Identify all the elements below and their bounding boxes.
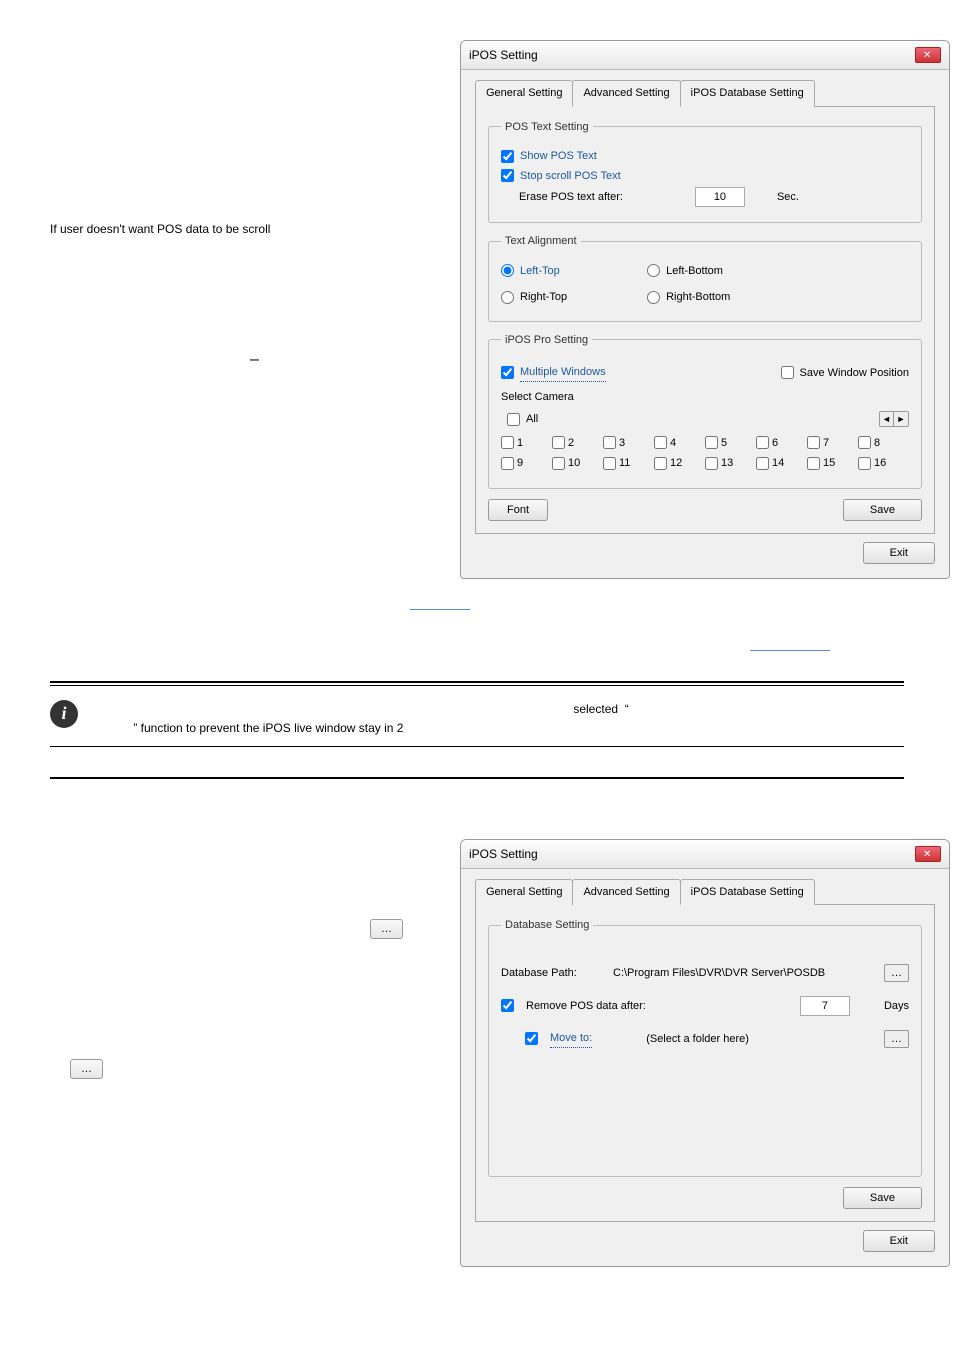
- stop-scroll-checkbox[interactable]: [501, 169, 514, 182]
- left-top-label: Left-Top: [520, 263, 560, 280]
- next-icon[interactable]: ►: [894, 412, 908, 426]
- browse-button-inline-2[interactable]: …: [70, 1059, 103, 1079]
- database-legend: Database Setting: [501, 917, 593, 934]
- exit-button[interactable]: Exit: [863, 542, 935, 564]
- move-to-checkbox[interactable]: [525, 1032, 538, 1045]
- dialog-title: iPOS Setting: [469, 46, 538, 64]
- left-bottom-radio[interactable]: [647, 264, 660, 277]
- camera-page-nav[interactable]: ◄►: [879, 411, 909, 427]
- ipos-setting-dialog-database: iPOS Setting General Setting Advanced Se…: [460, 839, 950, 1268]
- erase-after-label: Erase POS text after:: [519, 189, 623, 206]
- move-to-placeholder: (Select a folder here): [646, 1031, 749, 1048]
- divider: [50, 777, 904, 779]
- cam-14-checkbox[interactable]: [756, 457, 769, 470]
- divider: [50, 685, 904, 686]
- cam-2-checkbox[interactable]: [552, 436, 565, 449]
- intro-text: If user doesn't want POS data to be scro…: [50, 220, 440, 238]
- browse-db-path-button[interactable]: …: [884, 964, 909, 982]
- cam-12-checkbox[interactable]: [654, 457, 667, 470]
- sec-label: Sec.: [777, 189, 799, 206]
- tab-advanced[interactable]: Advanced Setting: [572, 879, 680, 906]
- close-icon[interactable]: [915, 47, 941, 63]
- dialog-title: iPOS Setting: [469, 845, 538, 863]
- remove-days-input[interactable]: [800, 996, 850, 1016]
- tab-advanced[interactable]: Advanced Setting: [572, 80, 680, 107]
- days-label: Days: [884, 998, 909, 1015]
- ipos-pro-setting-group: iPOS Pro Setting Multiple Windows Save W…: [488, 332, 922, 489]
- divider: [50, 746, 904, 747]
- cam-11-checkbox[interactable]: [603, 457, 616, 470]
- info-note: i selected “ ” function to prevent the i…: [50, 694, 904, 744]
- cam-9-checkbox[interactable]: [501, 457, 514, 470]
- move-to-label: Move to:: [550, 1030, 592, 1048]
- font-button[interactable]: Font: [488, 499, 548, 521]
- left-bottom-label: Left-Bottom: [666, 263, 723, 280]
- multiple-windows-checkbox[interactable]: [501, 366, 514, 379]
- tab-general[interactable]: General Setting: [475, 80, 573, 107]
- right-top-label: Right-Top: [520, 289, 567, 306]
- cam-7-checkbox[interactable]: [807, 436, 820, 449]
- tab-general[interactable]: General Setting: [475, 879, 573, 906]
- save-window-position-checkbox[interactable]: [781, 366, 794, 379]
- titlebar: iPOS Setting: [461, 41, 949, 70]
- cam-16-checkbox[interactable]: [858, 457, 871, 470]
- cam-6-checkbox[interactable]: [756, 436, 769, 449]
- pos-text-setting-group: POS Text Setting Show POS Text Stop scro…: [488, 119, 922, 224]
- ipos-setting-dialog-advanced: iPOS Setting General Setting Advanced Se…: [460, 40, 950, 579]
- show-pos-text-checkbox[interactable]: [501, 150, 514, 163]
- text-alignment-legend: Text Alignment: [501, 233, 581, 250]
- remove-pos-data-checkbox[interactable]: [501, 999, 514, 1012]
- all-cameras-checkbox[interactable]: [507, 413, 520, 426]
- camera-grid: 1 2 3 4 5 6 7 8 9 10 11 12 13: [501, 435, 909, 476]
- database-path-label: Database Path:: [501, 965, 601, 982]
- tab-database[interactable]: iPOS Database Setting: [680, 80, 815, 107]
- right-top-radio[interactable]: [501, 291, 514, 304]
- exit-button[interactable]: Exit: [863, 1230, 935, 1252]
- dash: –: [250, 348, 440, 372]
- right-bottom-label: Right-Bottom: [666, 289, 730, 306]
- cam-15-checkbox[interactable]: [807, 457, 820, 470]
- prev-icon[interactable]: ◄: [880, 412, 894, 426]
- multiple-windows-label: Multiple Windows: [520, 364, 606, 382]
- ipos-pro-legend: iPOS Pro Setting: [501, 332, 592, 349]
- close-icon[interactable]: [915, 846, 941, 862]
- save-window-position-label: Save Window Position: [800, 365, 909, 382]
- divider: [50, 681, 904, 683]
- browse-move-to-button[interactable]: …: [884, 1030, 909, 1048]
- cam-1-checkbox[interactable]: [501, 436, 514, 449]
- save-button[interactable]: Save: [843, 1187, 922, 1209]
- text-alignment-group: Text Alignment Left-Top Right-Top Left-B…: [488, 233, 922, 322]
- left-top-radio[interactable]: [501, 264, 514, 277]
- select-camera-label: Select Camera: [501, 389, 909, 406]
- database-setting-group: Database Setting Database Path: C:\Progr…: [488, 917, 922, 1177]
- save-button[interactable]: Save: [843, 499, 922, 521]
- all-label: All: [526, 411, 538, 428]
- database-path-value: C:\Program Files\DVR\DVR Server\POSDB: [613, 965, 872, 982]
- browse-button-inline-1[interactable]: …: [370, 919, 403, 939]
- cam-10-checkbox[interactable]: [552, 457, 565, 470]
- cam-13-checkbox[interactable]: [705, 457, 718, 470]
- cam-4-checkbox[interactable]: [654, 436, 667, 449]
- erase-seconds-input[interactable]: [695, 187, 745, 207]
- stop-scroll-label: Stop scroll POS Text: [520, 168, 621, 185]
- pos-text-legend: POS Text Setting: [501, 119, 593, 136]
- cam-5-checkbox[interactable]: [705, 436, 718, 449]
- cam-8-checkbox[interactable]: [858, 436, 871, 449]
- titlebar: iPOS Setting: [461, 840, 949, 869]
- link-placeholder-1: [410, 609, 470, 610]
- remove-pos-data-label: Remove POS data after:: [526, 998, 646, 1015]
- right-bottom-radio[interactable]: [647, 291, 660, 304]
- link-placeholder-2: [750, 650, 830, 651]
- tab-database[interactable]: iPOS Database Setting: [680, 879, 815, 906]
- info-icon: i: [50, 700, 78, 728]
- cam-3-checkbox[interactable]: [603, 436, 616, 449]
- show-pos-text-label: Show POS Text: [520, 148, 597, 165]
- info-text: selected “ ” function to prevent the iPO…: [90, 700, 904, 738]
